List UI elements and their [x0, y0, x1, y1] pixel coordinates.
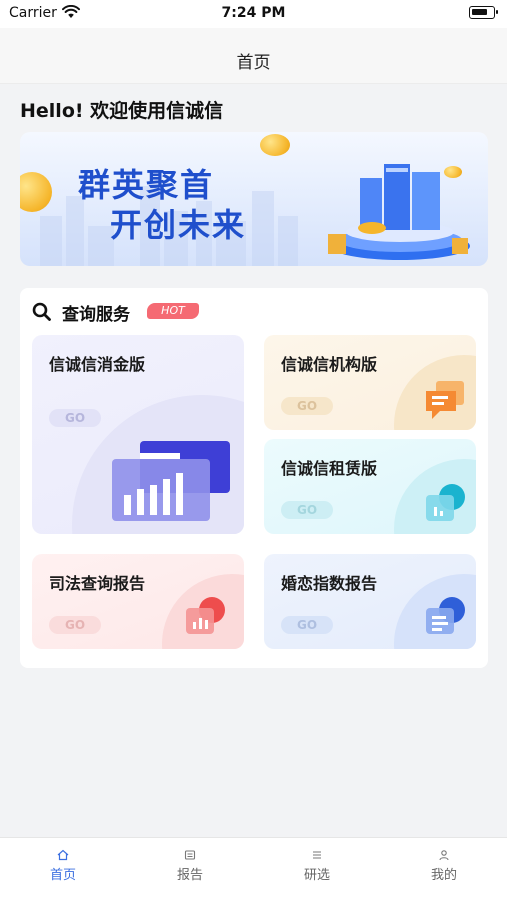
tile-institution[interactable]: 信诚信机构版 GO [264, 335, 476, 430]
search-icon [32, 302, 51, 321]
tab-report[interactable]: 报告 [127, 838, 253, 900]
tab-label: 我的 [430, 868, 457, 883]
tab-label: 研选 [303, 868, 330, 883]
go-button[interactable]: GO [281, 501, 333, 519]
bottom-tab-bar: 首页 报告 研选 我的 [0, 837, 507, 900]
tile-marriage-report[interactable]: 婚恋指数报告 GO [264, 554, 476, 649]
document-icon [426, 597, 465, 634]
tab-mine[interactable]: 我的 [381, 838, 507, 900]
tile-consumer-finance[interactable]: 信诚信消金版 GO [32, 335, 244, 534]
battery-icon [469, 6, 498, 19]
home-icon [57, 849, 69, 861]
banner-slogan-line2: 开创未来 [110, 206, 247, 244]
user-icon [439, 850, 449, 861]
go-button[interactable]: GO [49, 409, 101, 427]
tile-label: 信诚信租赁版 [281, 459, 378, 478]
tab-label: 报告 [176, 868, 203, 883]
tile-label: 婚恋指数报告 [281, 574, 378, 593]
report-chart-icon [186, 597, 225, 634]
welcome-greeting: Hello! 欢迎使用信诚信 [20, 100, 224, 122]
promo-banner[interactable]: 群英聚首 开创未来 [20, 132, 488, 266]
tile-label: 司法查询报告 [49, 574, 146, 593]
tab-label: 首页 [49, 868, 76, 883]
go-button[interactable]: GO [281, 616, 333, 634]
go-button[interactable]: GO [49, 616, 101, 634]
page-title: 首页 [236, 53, 271, 73]
tile-label: 信诚信机构版 [281, 355, 378, 374]
tile-judicial-report[interactable]: 司法查询报告 GO [32, 554, 244, 649]
coin-icon [260, 134, 290, 156]
chat-bubble-icon [426, 381, 464, 419]
tile-label: 信诚信消金版 [49, 355, 146, 374]
query-services-title: 查询服务 [62, 305, 130, 325]
query-services-card: 查询服务 HOT 信诚信消金版 GO 信诚信机构版 GO 信诚信租赁版 GO 司… [20, 288, 488, 668]
bar-chart-icon [112, 441, 230, 521]
navigation-bar: 首页 [0, 28, 507, 84]
chat-chart-icon [426, 484, 465, 521]
tab-home[interactable]: 首页 [0, 838, 126, 900]
clock: 7:24 PM [221, 5, 286, 21]
finance-platform-illustration [328, 164, 470, 260]
tile-leasing[interactable]: 信诚信租赁版 GO [264, 439, 476, 534]
tab-research[interactable]: 研选 [254, 838, 380, 900]
hot-badge: HOT [147, 303, 199, 319]
go-button[interactable]: GO [281, 397, 333, 415]
list-icon [313, 851, 321, 859]
status-bar: Carrier 7:24 PM [0, 0, 507, 28]
report-icon [184, 850, 196, 860]
